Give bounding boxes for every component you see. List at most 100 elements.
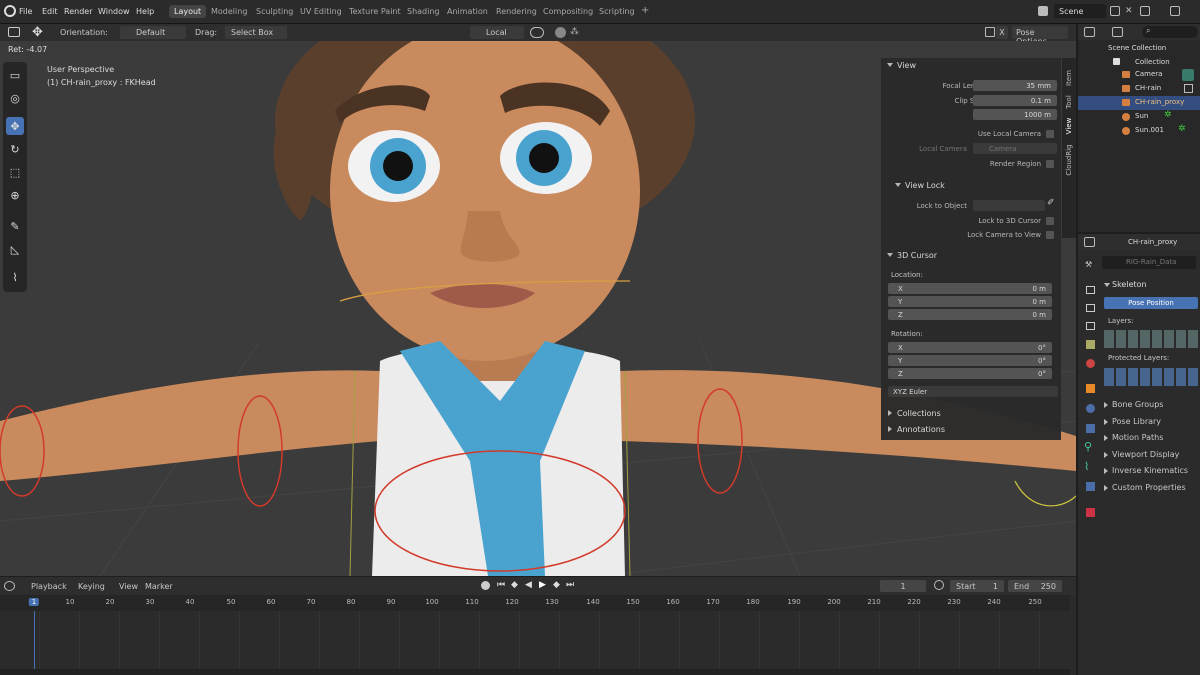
bone-prop-icon[interactable]: ⌇	[1084, 460, 1089, 473]
render-icon[interactable]	[1086, 286, 1095, 294]
timeline-scrollbar[interactable]	[0, 669, 1070, 675]
frame-ruler[interactable]: 1 10 20 30 40 50 60 70 80 90 100 110 120 130 140 150 160…	[0, 595, 1070, 611]
data-block-selector[interactable]: RIG-Rain_Data	[1102, 256, 1196, 269]
texture-icon[interactable]	[1086, 508, 1095, 517]
collection-label[interactable]: Collection	[1135, 58, 1170, 66]
cursor-icon[interactable]: ◎	[6, 89, 24, 107]
falloff-icon[interactable]: ⁂	[570, 27, 584, 38]
outliner-item-ch-rain[interactable]: CH-rain	[1078, 82, 1200, 96]
blender-logo-icon[interactable]	[4, 5, 16, 17]
mirror-icon[interactable]	[985, 27, 995, 37]
transform-space-dropdown[interactable]: Local	[470, 26, 524, 39]
new-scene-icon[interactable]	[1110, 6, 1120, 16]
editor-type-icon[interactable]	[8, 27, 20, 37]
play-icon[interactable]: ▶	[539, 580, 546, 590]
keying-menu[interactable]: Keying	[78, 582, 105, 591]
tab-layout[interactable]: Layout	[169, 5, 207, 18]
pose-position-button[interactable]: Pose Position	[1104, 297, 1198, 309]
display-mode-icon[interactable]	[1112, 27, 1123, 37]
eyedropper-icon[interactable]: ✐	[1047, 198, 1055, 208]
protected-layers-grid[interactable]	[1104, 368, 1198, 386]
drag-dropdown[interactable]: Select Box	[225, 26, 287, 39]
output-icon[interactable]	[1086, 304, 1095, 312]
scene-prop-icon[interactable]	[1086, 340, 1095, 349]
collections-header[interactable]: Collections	[881, 406, 1061, 421]
jump-end-icon[interactable]: ⏭	[566, 580, 574, 590]
object-icon[interactable]	[1086, 384, 1095, 393]
bone-layers-grid[interactable]	[1104, 330, 1198, 348]
render-layer-icon[interactable]	[1170, 6, 1180, 16]
use-local-camera-checkbox[interactable]	[1046, 130, 1054, 138]
close-scene-icon[interactable]: ✕	[1125, 6, 1135, 16]
outliner-item-camera[interactable]: Camera	[1078, 68, 1200, 82]
menu-window[interactable]: Window	[98, 7, 130, 16]
annotations-header[interactable]: Annotations	[881, 422, 1061, 437]
tool-settings-icon[interactable]: ⚒	[1085, 260, 1092, 269]
current-frame-field[interactable]: 1	[880, 580, 926, 592]
local-camera-field[interactable]: Camera	[973, 143, 1057, 154]
tab-scripting[interactable]: Scripting	[599, 7, 635, 16]
motion-paths-panel[interactable]: Motion Paths	[1102, 431, 1198, 445]
outliner-item-sun-001[interactable]: Sun.001 ✲	[1078, 124, 1200, 138]
tab-animation[interactable]: Animation	[447, 7, 488, 16]
cursor-panel-header[interactable]: 3D Cursor	[881, 248, 1061, 263]
render-region-checkbox[interactable]	[1046, 160, 1054, 168]
world-icon[interactable]	[1086, 359, 1095, 368]
view-menu[interactable]: View	[119, 582, 138, 591]
view-panel-header[interactable]: View	[881, 58, 1061, 73]
modifiers-icon[interactable]	[1086, 404, 1095, 413]
outliner-item-ch-rain-proxy[interactable]: CH-rain_proxy	[1078, 96, 1200, 110]
outliner-editor-icon[interactable]	[1084, 27, 1095, 37]
add-workspace-button[interactable]: +	[641, 5, 649, 16]
cursor-y-field[interactable]: Y0 m	[888, 296, 1052, 307]
proportional-edit-icon[interactable]	[555, 27, 566, 38]
tab-rendering[interactable]: Rendering	[496, 7, 537, 16]
rotation-z-field[interactable]: Z 0°	[888, 368, 1052, 379]
tab-texture-paint[interactable]: Texture Paint	[349, 7, 401, 16]
pose-options-dropdown[interactable]: Pose Options	[1012, 26, 1068, 46]
transform-gizmo-icon[interactable]: ✥	[32, 25, 43, 40]
stopwatch-icon[interactable]	[934, 580, 944, 590]
annotate-icon[interactable]: ✎	[6, 217, 24, 235]
rotation-y-field[interactable]: Y 0°	[888, 355, 1052, 366]
view-layer-icon[interactable]	[1140, 6, 1150, 16]
move-icon[interactable]: ✥	[6, 117, 24, 135]
lock-to-object-field[interactable]	[973, 200, 1045, 211]
end-frame-field[interactable]: End 250	[1008, 580, 1062, 592]
bone-icon[interactable]: ⌇	[6, 268, 24, 286]
tab-shading[interactable]: Shading	[407, 7, 440, 16]
mirror-x-toggle[interactable]: X	[996, 26, 1008, 39]
scene-icon[interactable]	[1038, 6, 1048, 16]
inverse-kinematics-panel[interactable]: Inverse Kinematics	[1102, 464, 1198, 478]
rotation-x-field[interactable]: X 0°	[888, 342, 1052, 353]
viewport-display-panel[interactable]: Viewport Display	[1102, 448, 1198, 462]
tab-modeling[interactable]: Modeling	[211, 7, 247, 16]
scale-icon[interactable]: ⬚	[6, 163, 24, 181]
outliner-search-icon[interactable]: ⌕	[1142, 26, 1198, 38]
marker-menu[interactable]: Marker	[145, 582, 173, 591]
measure-icon[interactable]: ◺	[6, 240, 24, 258]
rotate-icon[interactable]: ↻	[6, 140, 24, 158]
skeleton-panel-header[interactable]: Skeleton	[1102, 278, 1198, 291]
tab-uv-editing[interactable]: UV Editing	[300, 7, 342, 16]
timeline-editor-icon[interactable]	[4, 581, 15, 591]
object-data-icon[interactable]: ⚲	[1084, 440, 1092, 453]
bone-groups-panel[interactable]: Bone Groups	[1102, 398, 1198, 412]
tab-compositing[interactable]: Compositing	[543, 7, 593, 16]
record-icon[interactable]	[481, 581, 490, 590]
menu-file[interactable]: File	[19, 7, 32, 16]
current-frame-marker[interactable]: 1	[28, 598, 40, 606]
menu-render[interactable]: Render	[64, 7, 92, 16]
transform-icon[interactable]: ⊕	[6, 186, 24, 204]
constraints-icon[interactable]	[1086, 482, 1095, 491]
orientation-dropdown[interactable]: Default	[120, 26, 186, 39]
clip-start-field[interactable]: 0.1 m	[973, 95, 1057, 106]
properties-editor-icon[interactable]	[1084, 237, 1095, 247]
playback-menu[interactable]: Playback	[31, 582, 67, 591]
clip-end-field[interactable]: 1000 m	[973, 109, 1057, 120]
menu-help[interactable]: Help	[136, 7, 154, 16]
tab-cloudrig[interactable]: CloudRig	[1065, 140, 1073, 180]
menu-edit[interactable]: Edit	[42, 7, 58, 16]
snap-icon[interactable]	[530, 27, 544, 38]
outliner-item-sun[interactable]: Sun ✲	[1078, 110, 1200, 124]
